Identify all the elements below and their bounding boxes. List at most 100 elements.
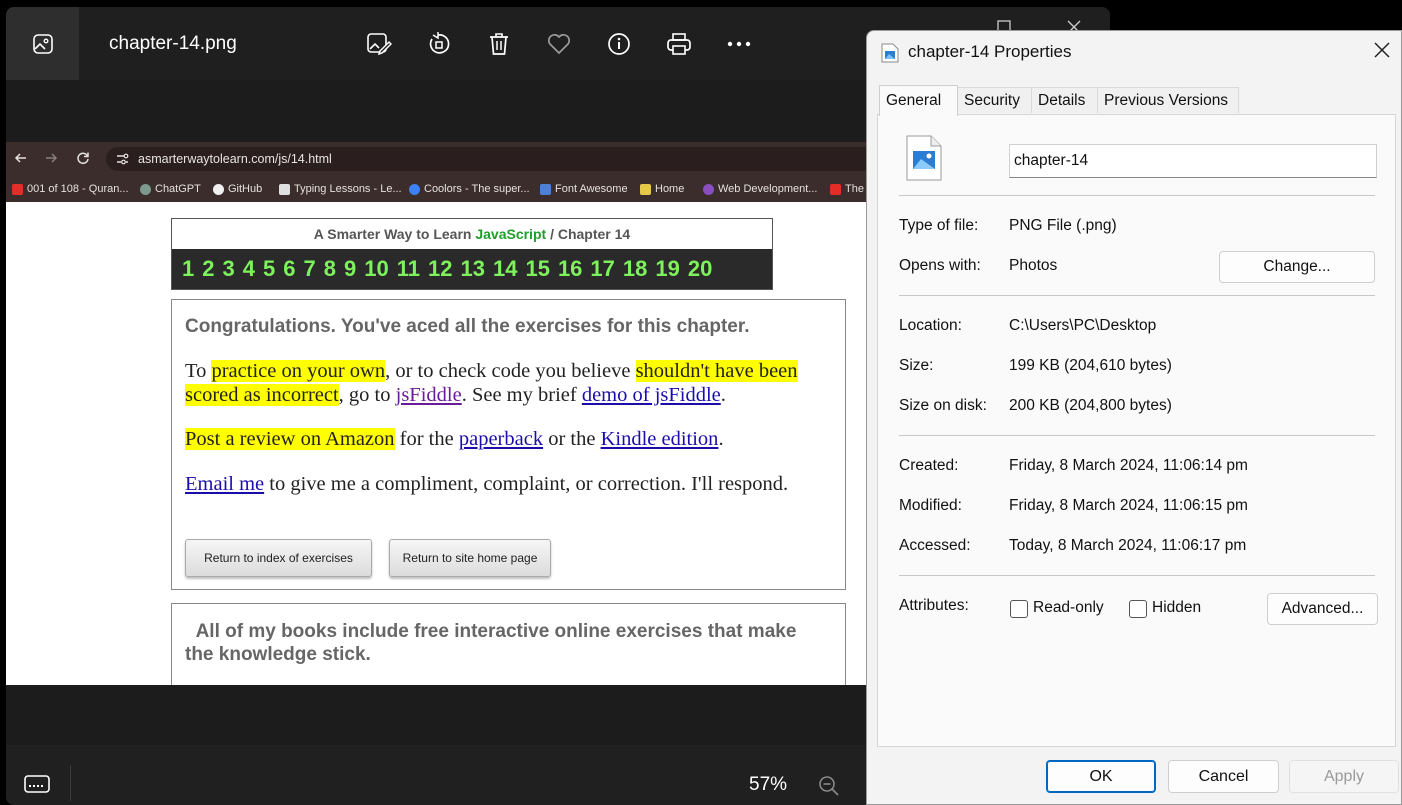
chapter-link: 5 [263,256,276,281]
image-file-icon [906,135,942,186]
location-value: C:\Users\PC\Desktop [1009,317,1157,334]
return-home-button: Return to site home page [389,539,551,577]
separator [899,575,1375,576]
bookmark: Home [640,183,684,195]
change-button[interactable]: Change... [1219,251,1375,283]
accessed-label: Accessed: [899,537,971,554]
size-on-disk-value: 200 KB (204,800 bytes) [1009,397,1172,414]
created-label: Created: [899,457,959,474]
home-icon [640,183,651,195]
delete-icon[interactable] [486,31,512,57]
chapter-link: 6 [283,256,296,281]
cancel-button[interactable]: Cancel [1168,760,1279,793]
more-icon[interactable] [726,31,752,57]
chapter-numbers: 1 2 3 4 5 6 7 8 9 10 11 12 13 14 15 16 1 [172,249,772,289]
dialog-close-button[interactable] [1373,41,1391,65]
divider [70,765,71,801]
zoom-out-icon[interactable] [818,775,840,802]
chapter-link: 17 [590,256,615,281]
chapter-link: 8 [323,256,336,281]
apply-button[interactable]: Apply [1289,760,1399,793]
chapter-link: 15 [525,256,550,281]
browser-toolbar: asmarterwaytolearn.com/js/14.html [6,142,876,176]
chapter-link: 12 [428,256,453,281]
books-text: All of my books include free interactive… [185,621,797,665]
advanced-button[interactable]: Advanced... [1267,593,1378,625]
flag-icon [540,183,551,195]
filmstrip-icon[interactable] [24,773,50,800]
hidden-label: Hidden [1152,599,1202,616]
separator [899,295,1375,296]
tab-previous-versions[interactable]: Previous Versions [1097,87,1239,113]
chapter-link: 3 [222,256,235,281]
hidden-checkbox[interactable] [1129,600,1147,618]
print-icon[interactable] [666,31,692,57]
photos-app-icon[interactable] [6,7,79,80]
modified-value: Friday, 8 March 2024, 11:06:15 pm [1009,497,1248,514]
return-index-button: Return to index of exercises [185,539,372,577]
ok-button[interactable]: OK [1046,760,1156,793]
back-icon [14,151,28,170]
size-label: Size: [899,357,934,374]
chapter-link: 4 [242,256,255,281]
chapter-link: 14 [492,256,518,281]
opens-with-value: Photos [1009,257,1058,274]
bookmark: 001 of 108 - Quran... [12,183,129,195]
tab-general[interactable]: General [879,85,958,116]
bookmarks-bar: 001 of 108 - Quran... ChatGPT GitHub Typ… [6,176,876,202]
forward-icon [44,151,58,170]
size-on-disk-label: Size on disk: [899,397,987,414]
url-text: asmarterwaytolearn.com/js/14.html [138,152,332,166]
filename-field[interactable] [1009,144,1377,178]
chapter-link: 10 [364,256,389,281]
favorite-icon[interactable] [546,31,572,57]
info-icon[interactable] [606,31,632,57]
typing-icon [279,183,290,195]
kindle-link: Kindle edition [600,428,719,450]
chapter-link: 11 [396,256,420,281]
tab-details[interactable]: Details [1031,87,1098,113]
chapter-link: 2 [202,256,215,281]
chapter-link: 20 [687,256,713,281]
practice-paragraph: To practice on your own, or to check cod… [185,360,798,406]
bookmark: ChatGPT [140,183,201,195]
address-bar: asmarterwaytolearn.com/js/14.html [106,147,876,171]
chapter-link: 9 [344,256,357,281]
photos-filename: chapter-14.png [109,33,237,54]
size-value: 199 KB (204,610 bytes) [1009,357,1172,374]
png-file-icon [881,43,899,68]
email-paragraph: Email me to give me a compliment, compla… [185,473,789,495]
bookmark: Typing Lessons - Le... [279,183,402,195]
zoom-level[interactable]: 57% [749,774,787,796]
github-icon [213,183,224,195]
email-link: Email me [185,473,265,495]
webdev-icon [703,183,714,195]
chapter-link: 16 [557,256,583,281]
modified-label: Modified: [899,497,962,514]
bookmark: GitHub [213,183,262,195]
paperback-link: paperback [458,428,544,450]
general-panel: Type of file: PNG File (.png) Opens with… [877,114,1396,747]
properties-dialog: chapter-14 Properties General Security D… [866,30,1402,805]
readonly-checkbox[interactable] [1010,600,1028,618]
bookmark: Web Development... [703,183,817,195]
header-title: A Smarter Way to Learn JavaScript / Chap… [172,219,772,249]
tab-security[interactable]: Security [957,87,1032,113]
bookmark: Font Awesome [540,183,628,195]
close-icon [1374,42,1390,58]
chapter-header: A Smarter Way to Learn JavaScript / Chap… [171,218,773,290]
chatgpt-icon [140,183,151,195]
location-label: Location: [899,317,962,334]
separator [899,435,1375,436]
chapter-link: 1 [182,256,195,281]
edit-image-icon[interactable] [366,31,392,57]
created-value: Friday, 8 March 2024, 11:06:14 pm [1009,457,1248,474]
reload-icon [76,151,90,170]
bookmark: The [830,183,864,195]
review-paragraph: Post a review on Amazon for the paperbac… [185,428,724,450]
web-page: A Smarter Way to Learn JavaScript / Chap… [6,202,876,685]
demo-jsfiddle-link: demo of jsFiddle [581,384,721,406]
separator [899,195,1375,196]
congrats-box: Congratulations. You've aced all the exe… [171,299,846,590]
rotate-icon[interactable] [426,31,452,57]
